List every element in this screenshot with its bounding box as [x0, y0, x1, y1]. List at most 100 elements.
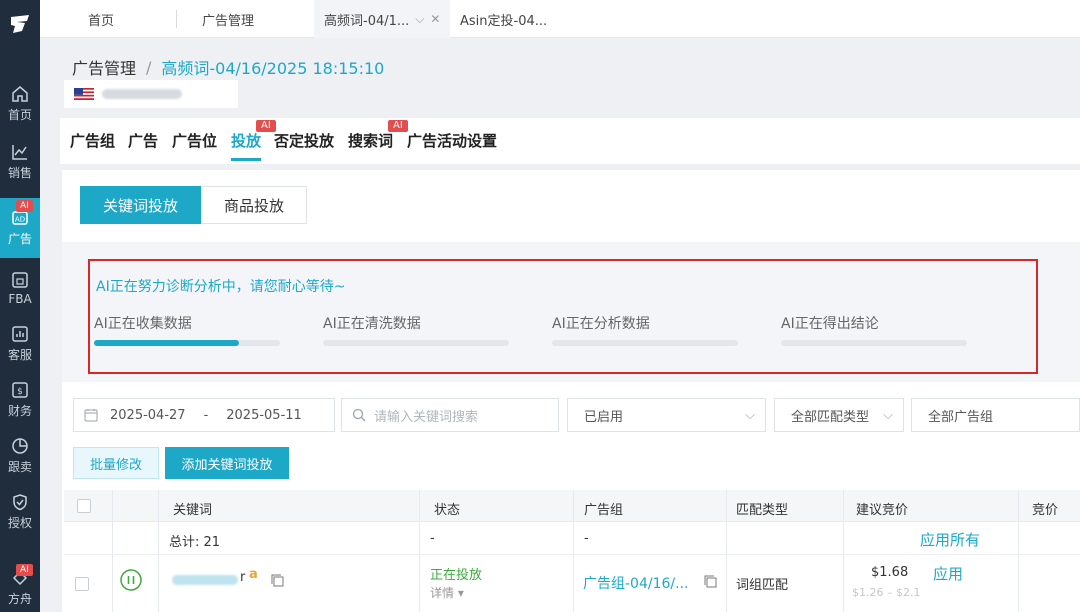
tab-high-frequency[interactable]: 高频词-04/1... ⌵ ✕ [314, 0, 451, 38]
sidebar-item-ads[interactable]: AI AD 广告 [0, 198, 40, 258]
suggested-bid: $1.68 [871, 565, 909, 580]
sidebar-item-follow-sell[interactable]: 跟卖 [0, 428, 40, 484]
keyword-targeting-button[interactable]: 关键词投放 [80, 186, 202, 224]
step-label: AI正在分析数据 [552, 316, 650, 332]
column-header[interactable]: 建议竞价 [856, 499, 908, 518]
copy-icon[interactable] [271, 574, 284, 587]
status-select-value: 已启用 [584, 409, 624, 425]
pause-icon[interactable] [120, 569, 142, 591]
ai-badge: AI [256, 120, 276, 132]
store-name-redacted [102, 89, 182, 99]
batch-edit-button[interactable]: 批量修改 [73, 447, 159, 479]
status-text: 正在投放 [430, 568, 483, 583]
search-icon [352, 408, 366, 422]
search-placeholder: 请输入关键词搜索 [374, 409, 479, 425]
chevron-down-icon[interactable]: ⌵ [415, 12, 424, 27]
date-end: 2025-05-11 [226, 407, 302, 423]
diagnosis-step: AI正在分析数据 [552, 313, 738, 346]
step-progress-fill [94, 340, 240, 346]
table-header: 关键词 状态 广告组 匹配类型 建议竞价 竞价 [64, 490, 1080, 522]
tab-label: 广告管理 [202, 13, 255, 29]
sidebar-item-label: FBA [8, 291, 32, 306]
chevron-down-icon: ⌵ [745, 408, 755, 423]
step-progress-track [781, 340, 967, 346]
tab-targeting[interactable]: 投放 [231, 130, 261, 151]
keyword-search-input[interactable]: 请输入关键词搜索 [341, 398, 559, 432]
column-header[interactable]: 竞价 [1032, 499, 1058, 518]
sidebar-item-service[interactable]: 客服 [0, 316, 40, 372]
tab-ad-management[interactable]: 广告管理 [202, 0, 254, 38]
total-status: - [430, 531, 435, 546]
tab-ads[interactable]: 广告 [128, 130, 158, 151]
column-header[interactable]: 匹配类型 [736, 499, 788, 518]
sidebar-item-label: 授权 [7, 516, 32, 530]
row-checkbox[interactable] [75, 577, 89, 591]
match-type-value: 全部匹配类型 [791, 409, 870, 425]
tab-negative-targeting[interactable]: 否定投放 [274, 130, 334, 151]
tab-divider [176, 10, 177, 28]
apply-bid-link[interactable]: 应用 [933, 563, 963, 584]
svg-text:$: $ [17, 387, 23, 397]
tab-asin-targeting[interactable]: Asin定投-04... [460, 0, 547, 38]
ad-group-link[interactable]: 广告组-04/16/... [583, 573, 688, 593]
sidebar-item-label: 首页 [7, 108, 32, 122]
pie-icon [12, 438, 28, 454]
sidebar-item-sales[interactable]: 销售 [0, 134, 40, 190]
step-label: AI正在清洗数据 [323, 316, 421, 332]
sidebar-item-auth[interactable]: 授权 [0, 484, 40, 540]
targeting-type-toggle: 关键词投放 商品投放 [80, 186, 308, 224]
breadcrumb-separator: / [146, 57, 152, 77]
tab-campaign-settings[interactable]: 广告活动设置 [407, 130, 497, 151]
sidebar-item-ark[interactable]: AI 方舟 [0, 560, 40, 612]
tab-placement[interactable]: 广告位 [172, 130, 217, 151]
column-header[interactable]: 关键词 [173, 499, 212, 518]
svg-text:AD: AD [15, 216, 25, 224]
product-targeting-button[interactable]: 商品投放 [201, 186, 308, 224]
add-keyword-targeting-button[interactable]: 添加关键词投放 [165, 447, 289, 479]
column-header[interactable]: 广告组 [584, 499, 623, 518]
sidebar-item-label: 跟卖 [7, 460, 32, 474]
details-link[interactable]: 详情 ▾ [430, 584, 464, 601]
tab-home[interactable]: 首页 [88, 0, 114, 38]
ad-group-select[interactable]: 全部广告组 [911, 398, 1080, 432]
shield-icon [13, 494, 27, 511]
sidebar-item-finance[interactable]: $ 财务 [0, 372, 40, 428]
breadcrumb: 广告管理 / 高频词-04/16/2025 18:15:10 [72, 55, 384, 79]
logo-icon [11, 15, 29, 33]
match-type-select[interactable]: 全部匹配类型 ⌵ [774, 398, 904, 432]
tab-search-terms[interactable]: 搜索词 [348, 130, 393, 151]
date-range-picker[interactable]: 2025-04-27 - 2025-05-11 [73, 398, 335, 432]
ai-diagnosis-box: AI正在努力诊断分析中，请您耐心等待~ AI正在收集数据 AI正在清洗数据 AI… [88, 259, 1038, 374]
diagnosis-step: AI正在收集数据 [94, 313, 280, 346]
date-separator: - [203, 407, 209, 423]
copy-icon[interactable] [704, 575, 717, 588]
sidebar-item-label: 客服 [7, 348, 32, 362]
keyword-redacted [172, 575, 238, 585]
total-group: - [584, 531, 589, 546]
diagnosis-step: AI正在得出结论 [781, 313, 967, 346]
app-logo[interactable] [0, 0, 40, 48]
chart-line-icon [12, 145, 27, 160]
select-all-checkbox[interactable] [77, 499, 91, 513]
main-tabs: 广告组 广告 广告位 投放 AI 否定投放 搜索词 AI 广告活动设置 [60, 118, 1080, 164]
service-icon [12, 326, 28, 342]
breadcrumb-root[interactable]: 广告管理 [72, 55, 136, 79]
status-select[interactable]: 已启用 ⌵ [567, 398, 766, 432]
column-header[interactable]: 状态 [434, 499, 460, 518]
sidebar-item-label: 方舟 [7, 592, 32, 606]
suggested-bid-range: $1.26 – $2.1 [852, 586, 921, 599]
active-tab-underline [231, 158, 261, 161]
tab-ad-group[interactable]: 广告组 [70, 130, 115, 151]
match-type: 词组匹配 [736, 578, 789, 593]
sidebar-item-home[interactable]: 首页 [0, 76, 40, 132]
amazon-icon[interactable]: a [249, 567, 258, 582]
warehouse-icon [12, 271, 28, 288]
store-selector[interactable] [64, 80, 238, 108]
calendar-icon [84, 409, 98, 422]
chevron-down-icon: ⌵ [883, 408, 893, 423]
ad-group-value: 全部广告组 [928, 409, 994, 425]
sidebar-item-fba[interactable]: FBA [0, 260, 40, 316]
close-icon[interactable]: ✕ [430, 12, 440, 26]
apply-all-link[interactable]: 应用所有 [920, 529, 980, 550]
diagnosis-title: AI正在努力诊断分析中，请您耐心等待~ [96, 279, 346, 295]
